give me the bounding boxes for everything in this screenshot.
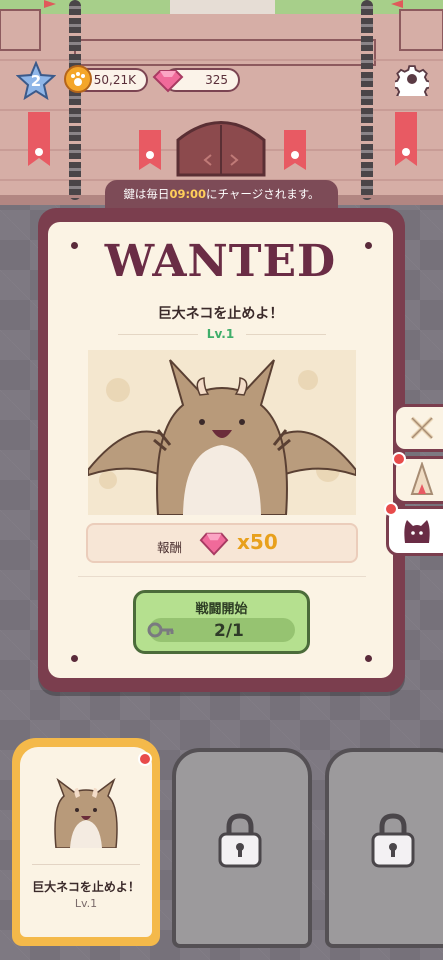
tent-icon: [410, 462, 434, 495]
cat-face-icon: [404, 520, 430, 543]
paw-coin-icon: [64, 65, 92, 93]
gear-icon[interactable]: [395, 62, 429, 96]
pin: [71, 655, 78, 662]
reward-amount: x50: [237, 530, 278, 554]
gem-value: 325: [205, 73, 228, 87]
notice-time: 09:00: [169, 187, 207, 201]
paw-banner-center-left: [139, 130, 161, 170]
card-divider: [32, 864, 140, 865]
notice-after: にチャージされます。: [206, 187, 320, 201]
game-screen: 2 50,21K 325 鍵は毎日 09:00 にチャージされます。 WANTE…: [0, 0, 443, 960]
lock-icon: [371, 813, 415, 868]
coin-value: 50,21K: [93, 73, 136, 87]
gem-icon: [199, 532, 229, 556]
lock-icon: [218, 813, 262, 868]
reward-label: 報酬: [157, 540, 183, 555]
poster-divider: [78, 576, 366, 577]
mission-title: 巨大ネコを止めよ！: [157, 306, 284, 322]
notification-dot: [138, 752, 152, 766]
start-battle-label: 戦闘開始: [195, 602, 248, 617]
boss-portrait: [88, 350, 356, 515]
boss-thumbnail: [54, 778, 118, 848]
key-recharge-notice: 鍵は毎日 09:00 にチャージされます。: [105, 180, 338, 208]
key-count: 2/1: [214, 621, 244, 641]
key-icon: [147, 622, 174, 638]
notification-dot: [384, 502, 398, 516]
player-level: 2: [30, 72, 42, 90]
card-mission-title: 巨大ネコを止めよ！: [32, 880, 140, 894]
player-level-badge[interactable]: 2: [15, 60, 57, 101]
notice-before: 鍵は毎日: [123, 187, 170, 201]
paw-banner-right: [395, 112, 417, 166]
battle-swords-icon: [410, 416, 434, 440]
bat-cat-boss-illustration: [88, 359, 356, 515]
gem-icon: [152, 70, 184, 93]
right-chain: [361, 0, 373, 200]
card-mission-level: Lv.1: [74, 897, 98, 910]
mission-level: Lv.1: [206, 327, 235, 341]
pin: [365, 655, 372, 662]
left-chain: [69, 0, 81, 200]
castle-background: [0, 0, 443, 205]
notification-dot: [392, 452, 406, 466]
wanted-title: WANTED: [104, 236, 337, 287]
paw-banner-center-right: [284, 130, 306, 170]
paw-banner-left: [28, 112, 50, 166]
